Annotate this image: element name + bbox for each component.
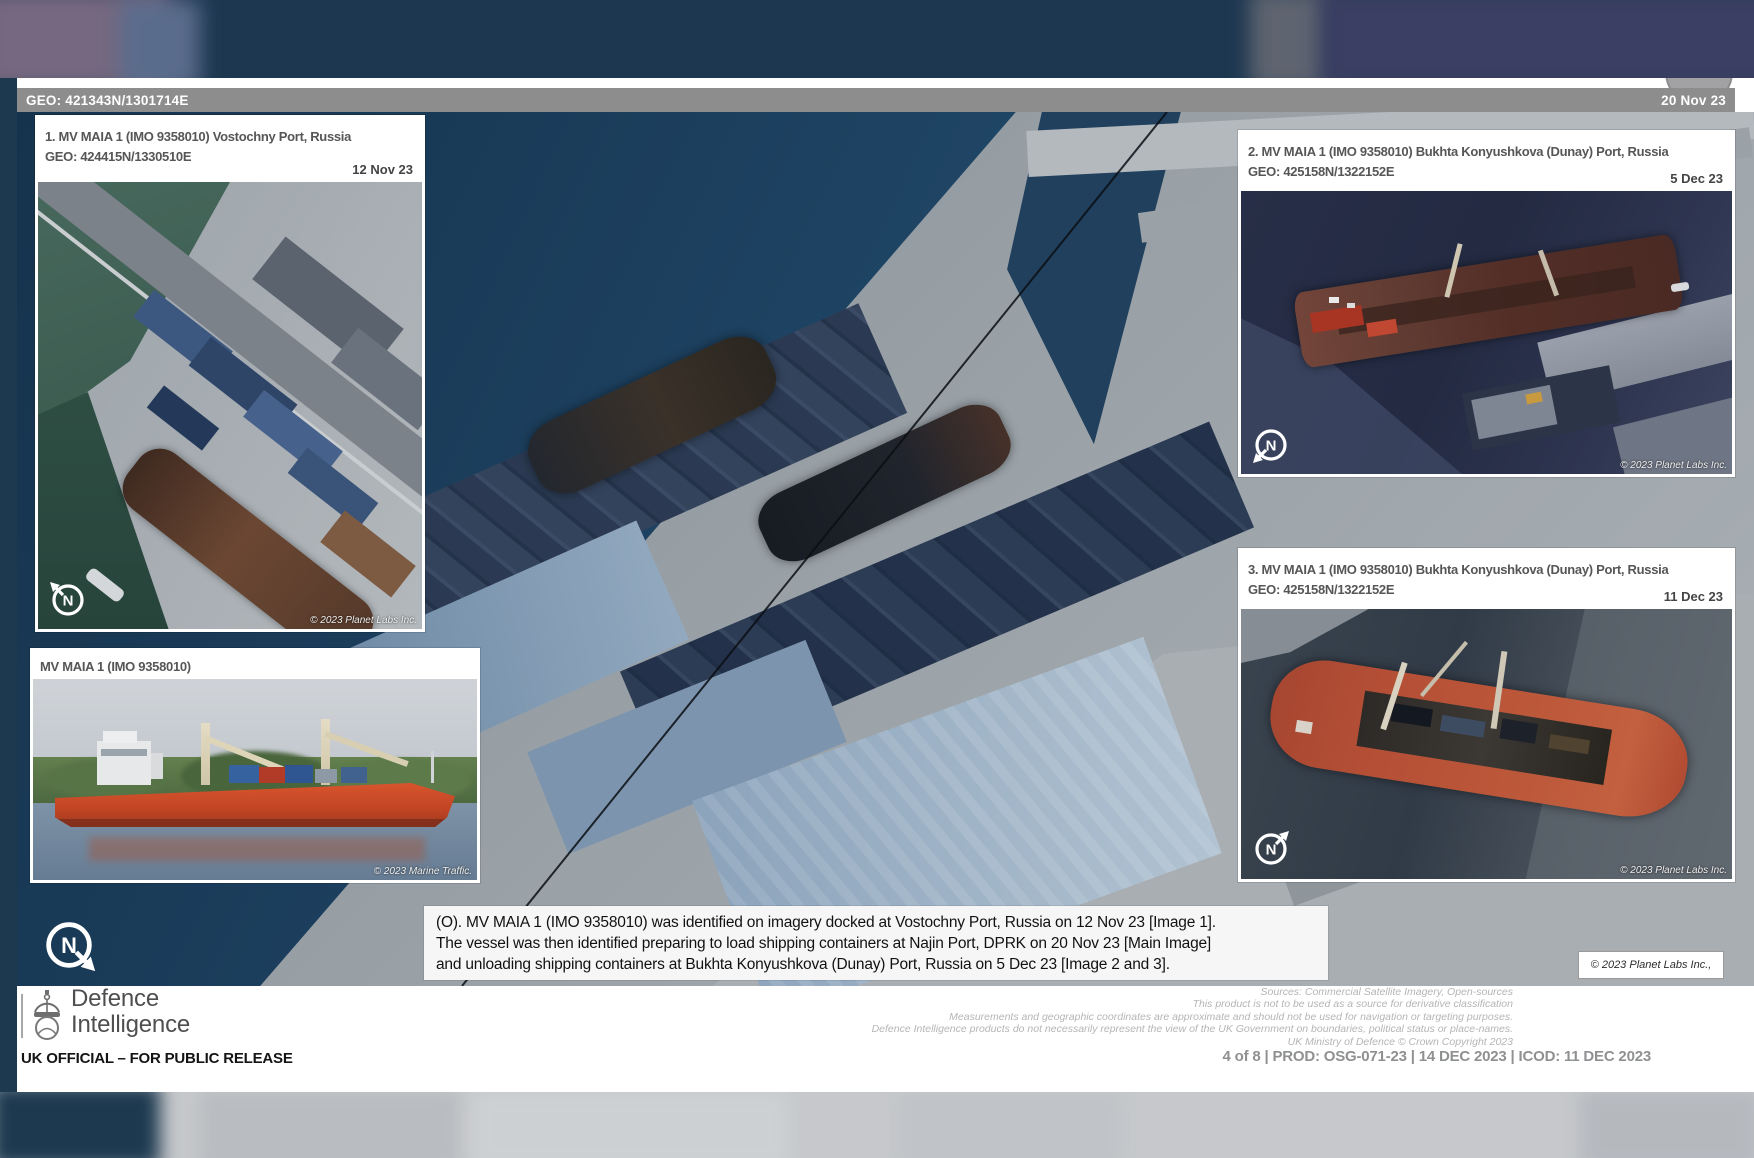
svg-text:N: N — [1266, 438, 1277, 455]
inset-1-copyright: © 2023 Planet Labs Inc. — [310, 615, 417, 626]
intelligence-report-page: GEO: 421343N/1301714E 20 Nov 23 — [0, 0, 1754, 1158]
container — [315, 769, 337, 783]
caption-line-1: (O). MV MAIA 1 (IMO 9358010) was identif… — [436, 912, 1316, 933]
background-blob — [120, 0, 200, 80]
background-bottom-band — [0, 1090, 1754, 1158]
boot-top-stripe — [55, 819, 455, 827]
ship-photo-image: © 2023 Marine Traffic. — [33, 679, 477, 880]
inset-3-title: 3. MV MAIA 1 (IMO 9358010) Bukhta Konyus… — [1248, 560, 1723, 580]
main-image-copyright-box: © 2023 Planet Labs Inc., — [1578, 951, 1724, 979]
container — [259, 767, 285, 783]
background-blob — [1320, 0, 1754, 80]
ship-reference-photo: MV MAIA 1 (IMO 9358010) — [30, 648, 480, 883]
background-blob — [0, 1090, 160, 1158]
container — [285, 765, 313, 783]
org-name-line1: Defence — [71, 986, 190, 1012]
hull-reflection — [89, 837, 425, 861]
main-date: 20 Nov 23 — [1661, 93, 1726, 108]
ship-photo-title: MV MAIA 1 (IMO 9358010) — [40, 657, 468, 677]
main-image-copyright: © 2023 Planet Labs Inc., — [1591, 959, 1712, 971]
org-name: Defence Intelligence — [71, 986, 190, 1038]
disclaimer-line: Measurements and geographic coordinates … — [753, 1011, 1513, 1023]
inset-image-3: 3. MV MAIA 1 (IMO 9358010) Bukhta Konyus… — [1238, 548, 1735, 882]
background-blob — [1580, 1090, 1754, 1158]
crane-post — [201, 723, 210, 785]
bridge-deck — [103, 731, 137, 743]
container — [1548, 734, 1590, 754]
background-blob — [900, 1090, 1120, 1158]
disclaimer-line: UK Ministry of Defence © Crown Copyright… — [753, 1036, 1513, 1048]
deck-structure — [1295, 720, 1313, 734]
inset-image-2: 2. MV MAIA 1 (IMO 9358010) Bukhta Konyus… — [1238, 130, 1735, 477]
crown-icon — [30, 990, 64, 1042]
inset-3-header: 3. MV MAIA 1 (IMO 9358010) Bukhta Konyus… — [1241, 551, 1732, 609]
ship-photo-header: MV MAIA 1 (IMO 9358010) — [33, 651, 477, 679]
inset-2-geo: GEO: 425158N/1322152E — [1248, 162, 1723, 182]
inset-1-title: 1. MV MAIA 1 (IMO 9358010) Vostochny Por… — [45, 127, 413, 147]
container — [341, 767, 367, 783]
disclaimer-line: Defence Intelligence products do not nec… — [753, 1023, 1513, 1035]
background-blob — [200, 1090, 460, 1158]
svg-text:N: N — [63, 593, 74, 610]
background-blob — [470, 1090, 790, 1158]
inset-2-date: 5 Dec 23 — [1670, 171, 1723, 186]
inset-2-copyright: © 2023 Planet Labs Inc. — [1620, 460, 1727, 471]
background-top-band — [0, 0, 1754, 80]
classification-marking: UK OFFICIAL – FOR PUBLIC RELEASE — [21, 1050, 293, 1067]
inset-3-copyright: © 2023 Planet Labs Inc. — [1620, 865, 1727, 876]
ship-photo-copyright: © 2023 Marine Traffic. — [374, 866, 472, 877]
inset-3-geo: GEO: 425158N/1322152E — [1248, 580, 1723, 600]
inset-1-satellite-image: N © 2023 Planet Labs Inc. — [38, 182, 422, 629]
inset-2-header: 2. MV MAIA 1 (IMO 9358010) Bukhta Konyus… — [1241, 133, 1732, 191]
container — [1391, 703, 1433, 727]
container — [1440, 715, 1486, 738]
main-geo-coordinates: GEO: 421343N/1301714E — [26, 93, 189, 108]
container — [1499, 718, 1538, 743]
background-blob — [1250, 0, 1330, 80]
disclaimer-block: Sources: Commercial Satellite Imagery, O… — [753, 986, 1513, 1048]
deck-structure — [1329, 297, 1339, 303]
inset-image-1: 1. MV MAIA 1 (IMO 9358010) Vostochny Por… — [35, 115, 425, 632]
barge-deck — [1471, 385, 1557, 440]
north-compass-icon: N — [37, 913, 101, 977]
caption-line-2: The vessel was then identified preparing… — [436, 933, 1316, 954]
inset-1-date: 12 Nov 23 — [352, 162, 413, 177]
funnel — [151, 753, 163, 779]
background-left-edge — [0, 78, 17, 1092]
caption-line-3: and unloading shipping containers at Buk… — [436, 954, 1316, 975]
inset-2-satellite-image: N © 2023 Planet Labs Inc. — [1241, 191, 1732, 474]
container — [229, 765, 259, 783]
svg-text:N: N — [1266, 842, 1277, 859]
ship-superstructure — [97, 741, 151, 785]
north-compass-icon: N — [46, 578, 90, 622]
disclaimer-line: Sources: Commercial Satellite Imagery, O… — [753, 986, 1513, 998]
north-compass-icon: N — [1249, 827, 1293, 871]
bridge-windows — [101, 749, 147, 756]
logo-divider — [21, 994, 23, 1038]
svg-text:N: N — [61, 933, 77, 958]
inset-3-date: 11 Dec 23 — [1664, 589, 1723, 604]
org-name-line2: Intelligence — [71, 1012, 190, 1038]
inset-2-title: 2. MV MAIA 1 (IMO 9358010) Bukhta Konyus… — [1248, 142, 1723, 162]
document-page: GEO: 421343N/1301714E 20 Nov 23 — [17, 78, 1754, 1092]
bow-mast — [431, 751, 434, 783]
deck-structure — [1347, 303, 1355, 308]
caption-box: (O). MV MAIA 1 (IMO 9358010) was identif… — [424, 906, 1328, 980]
disclaimer-line: This product is not to be used as a sour… — [753, 998, 1513, 1010]
product-reference-line: 4 of 8 | PROD: OSG-071-23 | 14 DEC 2023 … — [1223, 1048, 1651, 1065]
inset-1-header: 1. MV MAIA 1 (IMO 9358010) Vostochny Por… — [38, 118, 422, 182]
geo-coordinates-bar: GEO: 421343N/1301714E 20 Nov 23 — [17, 88, 1735, 112]
ship-deck — [1356, 691, 1612, 785]
north-compass-icon: N — [1249, 423, 1293, 467]
inset-3-satellite-image: N © 2023 Planet Labs Inc. — [1241, 609, 1732, 879]
